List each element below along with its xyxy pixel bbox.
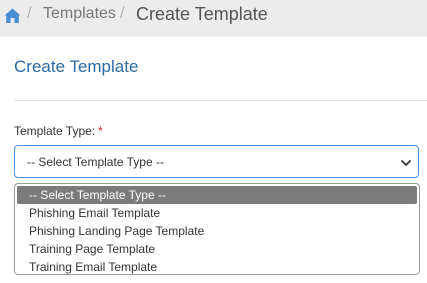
breadcrumb-separator: /: [27, 5, 32, 22]
breadcrumb-templates-link[interactable]: Templates: [43, 5, 116, 23]
breadcrumb-current-page: Create Template: [136, 4, 268, 24]
page: / Templates / Create Template Create Tem…: [0, 0, 427, 283]
chevron-down-icon: [400, 156, 412, 168]
template-type-label-text: Template Type:: [14, 124, 96, 138]
required-marker: *: [98, 124, 103, 138]
template-type-select[interactable]: -- Select Template Type --: [14, 145, 419, 178]
dropdown-option-training-email[interactable]: Training Email Template: [15, 258, 419, 274]
home-icon[interactable]: [3, 7, 22, 25]
dropdown-option-phishing-email[interactable]: Phishing Email Template: [15, 204, 419, 222]
dropdown-option-placeholder[interactable]: -- Select Template Type --: [17, 186, 417, 204]
breadcrumb-separator: /: [120, 5, 125, 22]
template-type-selected-value: -- Select Template Type --: [27, 155, 164, 169]
dropdown-option-training-page[interactable]: Training Page Template: [15, 240, 419, 258]
dropdown-option-phishing-landing-page[interactable]: Phishing Landing Page Template: [15, 222, 419, 240]
template-type-label: Template Type: *: [14, 124, 103, 138]
divider: [14, 100, 427, 101]
page-title: Create Template: [14, 57, 139, 76]
breadcrumb: / Templates / Create Template: [0, 0, 427, 36]
template-type-dropdown-list: -- Select Template Type -- Phishing Emai…: [14, 183, 420, 275]
